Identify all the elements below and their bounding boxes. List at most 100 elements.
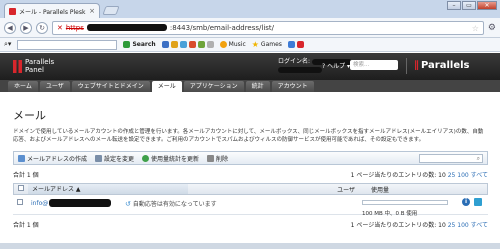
per-page-10-bottom: 10 [438,222,446,229]
table-header: メールアドレス ▲ ユーザ 使用量 [13,183,488,195]
plesk-favicon-icon [9,7,16,15]
toolbar-weather-icon[interactable] [188,41,196,48]
column-email[interactable]: メールアドレス ▲ [28,184,188,194]
usage-text: 100 MB 中、0 B 使用 [362,211,418,217]
per-page-25[interactable]: 25 [448,172,456,179]
parallels-brand-icon: ∥ [414,60,419,71]
refresh-stats-button[interactable]: 使用量統計を更新 [142,154,199,163]
new-tab-button[interactable] [102,6,120,15]
header-divider [406,58,407,74]
search-engine-icon[interactable]: ⌕▾ [4,40,11,49]
toolbar-icons [161,41,214,48]
music-icon [219,41,227,48]
minimize-button[interactable]: – [447,1,461,10]
toolbar-chart-icon[interactable] [197,41,205,48]
reload-button[interactable]: ↻ [36,21,48,34]
per-page-25-bottom[interactable]: 25 [448,222,456,229]
parallels-brand: ∥ Parallels [414,60,470,71]
toolbar-extra-icons [287,41,304,48]
row-checkbox[interactable] [17,199,23,205]
settings-icon [95,154,103,162]
per-page-100-bottom[interactable]: 100 [457,222,468,229]
parallels-logo-icon [13,59,22,73]
help-menu[interactable]: ? ヘルプ ▾ [322,61,350,70]
toolbar-facebook-icon[interactable] [287,41,295,48]
window-bottom-edge [0,243,500,249]
page-description: ドメインで使用しているメールアカウントの作成と管理を行います。各メールアカウント… [13,129,484,143]
tab-title: メール - Parallels Plesk [19,8,86,16]
music-button[interactable]: Music [219,41,246,48]
email-table: メールアドレス ▲ ユーザ 使用量 info@ ↺ 自動応答は有効になっています… [13,183,488,217]
usage-cell: 100 MB 中、0 B 使用 [362,199,462,217]
info-icon[interactable]: i [462,198,470,206]
usage-bar [362,200,448,205]
redacted-account [278,66,322,73]
help-icon: ? [322,63,326,70]
wrench-icon[interactable]: ⚙ [488,23,496,33]
url-scheme: https [65,23,84,32]
back-button[interactable]: ◀ [4,21,16,34]
maximize-button[interactable]: ▭ [462,1,476,10]
create-email-button[interactable]: メールアドレスの作成 [18,154,87,163]
search-icon[interactable]: ⌕ [477,155,480,163]
url-path: :8443/smb/email-address/list/ [169,23,275,32]
toolbar-mail-icon[interactable] [179,41,187,48]
column-usage[interactable]: 使用量 [363,185,389,194]
search-plus-icon [123,41,131,48]
redacted-domain [49,199,112,207]
trash-icon [207,154,215,162]
delete-button[interactable]: 削除 [207,154,228,163]
table-row: info@ ↺ 自動応答は有効になっています 100 MB 中、0 B 使用 i [13,195,488,217]
browser-tab[interactable]: メール - Parallels Plesk × [4,3,100,18]
games-star-icon: ★ [251,40,259,49]
tab-websites-domains[interactable]: ウェブサイトとドメイン [71,81,150,92]
tab-users[interactable]: ユーザ [39,81,70,92]
column-user[interactable]: ユーザ [188,185,363,194]
autoresponder-status: ↺ 自動応答は有効になっています [125,199,217,209]
action-toolbar: メールアドレスの作成 設定を変更 使用量統計を更新 削除 ⌕ [13,151,488,165]
select-all-checkbox[interactable] [18,185,24,191]
redacted-host [86,24,167,31]
bookmark-star-icon[interactable]: ☆ [472,24,479,33]
add-mail-icon [18,154,25,162]
page-title: メール [13,109,46,122]
toolbar-lock-icon[interactable] [170,41,178,48]
change-settings-button[interactable]: 設定を変更 [95,154,134,163]
logo-text: Parallels Panel [25,58,55,74]
tab-account[interactable]: アカウント [271,81,314,92]
plesk-logo[interactable]: Parallels Panel [13,58,54,74]
per-page-selector-bottom: 1 ページ当たりのエントリの数: 10 25 100 すべて [350,222,488,229]
row-actions: i [462,198,482,206]
header-search-input[interactable]: 検索... [350,60,398,70]
toolbar-globe-icon[interactable] [206,41,214,48]
per-page-selector: 1 ページ当たりのエントリの数: 10 25 100 すべて [350,172,488,179]
per-page-100[interactable]: 100 [457,172,468,179]
list-search-input[interactable]: ⌕ [419,154,483,163]
tab-home[interactable]: ホーム [8,81,38,92]
address-bar[interactable]: ✕ https :8443/smb/email-address/list/ ☆ [52,20,484,35]
webmail-icon[interactable] [474,198,482,206]
plesk-header: Parallels Panel ログイン名: ? ヘルプ ▾ 検索... ∥ P… [0,53,500,80]
email-link[interactable]: info@ [27,199,125,207]
search-button[interactable]: Search [123,41,156,48]
close-tab-icon[interactable]: × [89,7,95,15]
toolbar-app-icon[interactable] [161,41,169,48]
tab-statistics[interactable]: 統計 [245,81,270,92]
per-page-all[interactable]: すべて [471,172,488,179]
refresh-icon [142,154,150,162]
bookmarks-bar: ⌕▾ Search Music ★ Games [0,38,500,52]
browser-tabstrip: メール - Parallels Plesk × – ▭ ✕ [0,0,500,18]
forward-button[interactable]: ▶ [20,21,32,34]
games-button[interactable]: ★ Games [252,40,282,49]
per-page-10: 10 [438,172,446,179]
close-window-button[interactable]: ✕ [477,1,497,10]
per-page-all-bottom[interactable]: すべて [471,222,488,229]
autoresponder-icon: ↺ [125,199,131,208]
toolbar-news-icon[interactable] [296,41,304,48]
tab-applications[interactable]: アプリケーション [183,81,244,92]
tab-mail[interactable]: メール [151,81,182,92]
window-controls: – ▭ ✕ [447,1,497,10]
insecure-lock-icon: ✕ [57,23,63,32]
toolbar-search-input[interactable] [17,39,118,50]
browser-toolbar: ◀ ▶ ↻ ✕ https :8443/smb/email-address/li… [0,18,500,38]
